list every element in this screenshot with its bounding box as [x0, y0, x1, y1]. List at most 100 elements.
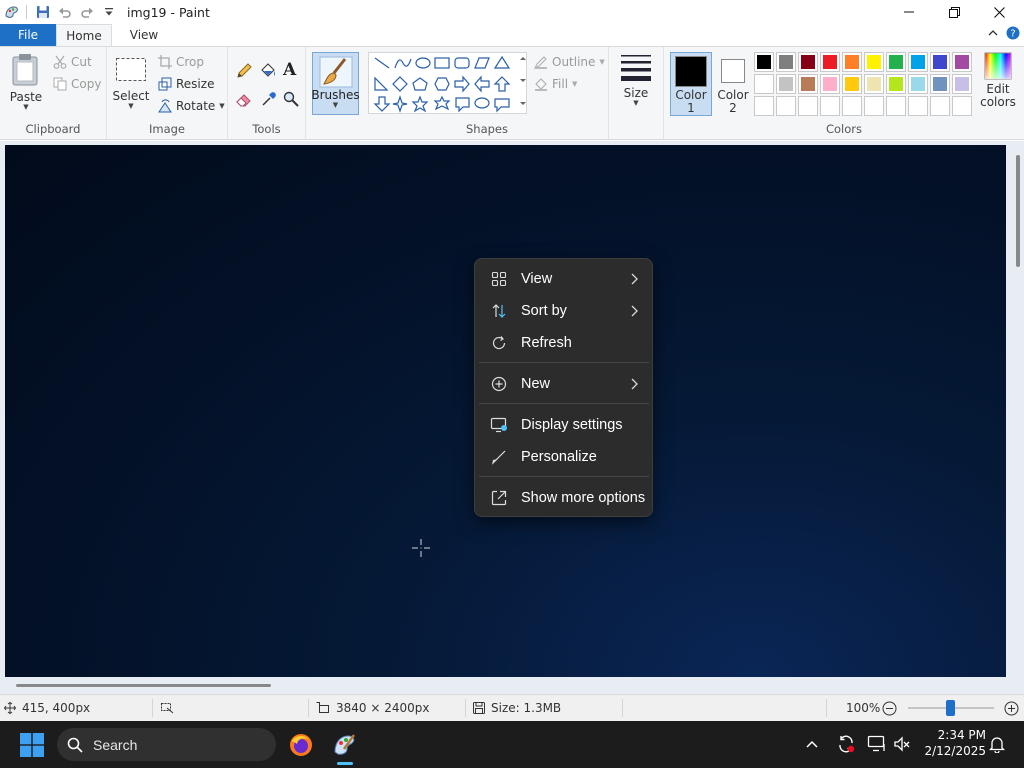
palette-custom-slot[interactable] — [842, 96, 862, 116]
palette-custom-slot[interactable] — [952, 96, 972, 116]
menu-item-sort-by[interactable]: Sort by — [479, 296, 649, 326]
menu-item-new[interactable]: New — [479, 369, 649, 399]
color-picker-icon[interactable] — [261, 91, 277, 107]
menu-item-view[interactable]: View — [479, 264, 649, 294]
brushes-button[interactable]: Brushes ▼ — [311, 52, 360, 115]
palette-custom-slot[interactable] — [798, 96, 818, 116]
help-icon[interactable]: ? — [1006, 26, 1020, 40]
copy-button[interactable]: Copy — [53, 77, 101, 91]
palette-color-swatch[interactable] — [952, 52, 972, 72]
svg-text:?: ? — [1010, 29, 1015, 40]
palette-color-swatch[interactable] — [908, 74, 928, 94]
system-clock[interactable]: 2:34 PM 2/12/2025 — [920, 727, 986, 759]
paint-taskbar-icon — [332, 732, 358, 758]
taskbar-firefox[interactable] — [283, 728, 319, 761]
save-icon[interactable] — [33, 2, 53, 22]
tab-home[interactable]: Home — [56, 24, 112, 46]
clipboard-group: Paste ▼ Cut Copy Clipboard — [0, 47, 107, 139]
minimize-button[interactable] — [886, 0, 932, 24]
desktop-context-menu: View Sort by Refresh New Display setting… — [474, 258, 653, 517]
crop-button[interactable]: Crop — [158, 55, 204, 69]
menu-item-personalize[interactable]: Personalize — [479, 442, 649, 472]
tab-file[interactable]: File — [0, 24, 56, 46]
palette-color-swatch[interactable] — [864, 74, 884, 94]
resize-button[interactable]: Resize — [158, 77, 214, 91]
palette-color-swatch[interactable] — [886, 52, 906, 72]
pencil-icon[interactable] — [236, 63, 252, 79]
close-button[interactable] — [976, 0, 1022, 24]
palette-color-swatch[interactable] — [798, 74, 818, 94]
edit-colors-button[interactable]: Edit colors — [975, 52, 1021, 120]
taskbar-paint[interactable] — [327, 728, 363, 765]
horizontal-scrollbar[interactable] — [16, 684, 271, 687]
palette-custom-slot[interactable] — [930, 96, 950, 116]
notification-bell-icon[interactable] — [988, 735, 1006, 753]
zoom-in-icon[interactable] — [1004, 701, 1019, 716]
color2-button[interactable]: Color 2 — [715, 52, 751, 116]
palette-custom-slot[interactable] — [908, 96, 928, 116]
network-icon[interactable] — [867, 735, 887, 753]
zoom-slider-thumb[interactable] — [946, 700, 955, 716]
zoom-out-icon[interactable] — [882, 701, 897, 716]
paint-app-icon[interactable] — [2, 2, 22, 22]
palette-color-swatch[interactable] — [930, 74, 950, 94]
palette-color-swatch[interactable] — [908, 52, 928, 72]
size-button[interactable]: Size ▼ — [616, 53, 656, 117]
redo-icon[interactable] — [77, 2, 97, 22]
color1-button[interactable]: Color 1 — [670, 52, 712, 116]
palette-color-swatch[interactable] — [842, 52, 862, 72]
status-separator — [152, 699, 153, 717]
select-button[interactable]: Select ▼ — [112, 57, 150, 119]
palette-custom-slot[interactable] — [754, 96, 774, 116]
undo-icon[interactable] — [55, 2, 75, 22]
palette-color-swatch[interactable] — [842, 74, 862, 94]
vertical-scrollbar[interactable] — [1016, 155, 1020, 267]
tab-view[interactable]: View — [116, 24, 172, 46]
palette-color-swatch[interactable] — [798, 52, 818, 72]
menu-item-view-label: View — [521, 271, 553, 287]
image-group: Select ▼ Crop Resize Rotate ▼ Image — [107, 47, 228, 139]
menu-item-show-more-options[interactable]: Show more options — [479, 483, 649, 513]
resize-label: Resize — [176, 77, 215, 91]
palette-color-swatch[interactable] — [754, 74, 774, 94]
taskbar-search[interactable]: Search — [57, 728, 276, 761]
outline-button[interactable]: Outline ▼ — [534, 55, 605, 69]
palette-color-swatch[interactable] — [864, 52, 884, 72]
palette-color-swatch[interactable] — [820, 52, 840, 72]
volume-muted-icon[interactable] — [893, 735, 911, 753]
palette-color-fill — [779, 55, 793, 69]
palette-color-swatch[interactable] — [886, 74, 906, 94]
palette-color-swatch[interactable] — [776, 74, 796, 94]
customize-qa-icon[interactable] — [99, 2, 119, 22]
palette-custom-slot[interactable] — [886, 96, 906, 116]
paste-button[interactable]: Paste ▼ — [6, 53, 46, 117]
palette-custom-slot[interactable] — [820, 96, 840, 116]
palette-color-swatch[interactable] — [930, 52, 950, 72]
maximize-button[interactable] — [931, 0, 977, 24]
rotate-button[interactable]: Rotate ▼ — [158, 99, 225, 113]
palette-custom-slot[interactable] — [864, 96, 884, 116]
fill-bucket-icon[interactable] — [259, 62, 277, 80]
palette-color-swatch[interactable] — [754, 52, 774, 72]
clipboard-group-label: Clipboard — [25, 122, 81, 136]
palette-color-swatch[interactable] — [952, 74, 972, 94]
menu-item-refresh[interactable]: Refresh — [479, 328, 649, 358]
show-hidden-icons-chevron-up-icon[interactable] — [805, 737, 819, 751]
palette-color-swatch[interactable] — [820, 74, 840, 94]
palette-color-swatch[interactable] — [776, 52, 796, 72]
firefox-icon — [289, 733, 313, 757]
palette-custom-slot[interactable] — [776, 96, 796, 116]
start-button[interactable] — [14, 728, 50, 761]
minimize-ribbon-icon[interactable] — [986, 26, 1000, 40]
fill-button[interactable]: Fill ▼ — [534, 77, 577, 91]
menu-item-display-settings[interactable]: Display settings — [479, 410, 649, 440]
cut-button[interactable]: Cut — [53, 55, 92, 69]
more-options-icon — [488, 490, 510, 506]
shape-gallery-icons[interactable] — [369, 53, 528, 115]
menu-separator — [479, 403, 649, 404]
menu-item-display-settings-label: Display settings — [521, 417, 623, 433]
sync-update-icon[interactable] — [836, 734, 856, 754]
eraser-icon[interactable] — [236, 91, 252, 107]
text-tool-icon[interactable]: A — [283, 60, 296, 80]
magnifier-icon[interactable] — [283, 91, 299, 107]
